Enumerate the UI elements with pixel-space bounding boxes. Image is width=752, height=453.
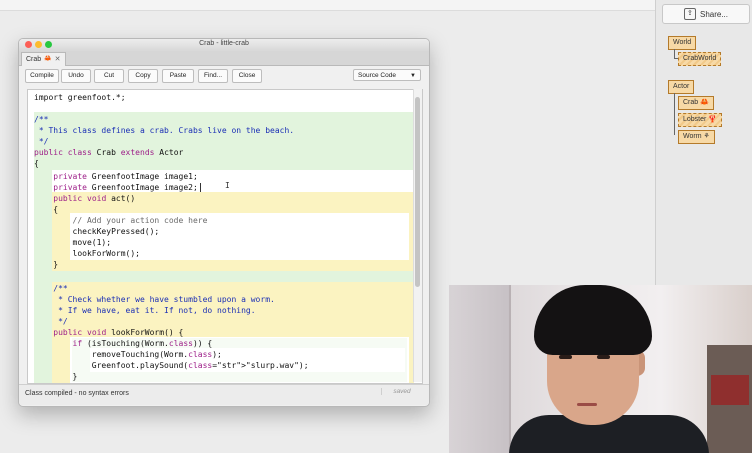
code-line: /** — [34, 284, 68, 293]
compile-status: Class compiled - no syntax errors — [25, 390, 129, 397]
class-lobster[interactable]: Lobster 🦞 — [678, 113, 723, 127]
window-title: Crab - little-crab — [199, 40, 249, 47]
chevron-down-icon: ▼ — [410, 73, 416, 79]
editor-window: Crab - little-crab Crab 🦀 ✕ Compile Undo… — [18, 38, 430, 407]
copy-button[interactable]: Copy — [128, 69, 158, 83]
crab-icon: 🦀 — [44, 56, 52, 62]
share-button[interactable]: ⇪ Share... — [662, 4, 750, 24]
cut-button[interactable]: Cut — [94, 69, 124, 83]
code-line: move(1); — [34, 238, 112, 247]
background-books — [711, 375, 749, 405]
code-line: checkKeyPressed(); — [34, 227, 160, 236]
class-crab[interactable]: Crab 🦀 — [678, 96, 714, 110]
code-line: * Check whether we have stumbled upon a … — [34, 295, 275, 304]
code-line: public class Crab extends Actor — [34, 148, 184, 157]
code-line: // Add your action code here — [34, 216, 208, 225]
code-line: } — [34, 260, 59, 269]
paste-button[interactable]: Paste — [162, 69, 194, 83]
view-select-value: Source Code — [358, 72, 396, 79]
class-crab-label: Crab — [683, 99, 699, 106]
code-line: { — [34, 159, 39, 168]
scrollbar-thumb[interactable] — [415, 97, 420, 287]
mouse-ibeam-icon: I — [225, 181, 230, 190]
person-hair — [534, 285, 652, 355]
person-mouth — [577, 403, 597, 406]
code-line: lookForWorm(); — [34, 249, 140, 258]
code-line: * This class defines a crab. Crabs live … — [34, 126, 295, 135]
code-line: removeTouching(Worm.class); — [34, 350, 222, 359]
code-line: private GreenfootImage image1; — [53, 172, 198, 181]
class-worm[interactable]: Worm ⚘ — [678, 130, 715, 144]
class-actor[interactable]: Actor — [668, 80, 695, 94]
class-crabworld[interactable]: CrabWorld — [678, 52, 722, 66]
code-line: * If we have, eat it. If not, do nothing… — [34, 306, 256, 315]
code-line: if (isTouching(Worm.class)) { — [72, 339, 213, 348]
compile-button[interactable]: Compile — [25, 69, 59, 83]
code-line: */ — [34, 137, 49, 146]
close-button[interactable]: Close — [232, 69, 262, 83]
inherit-arrow — [674, 93, 675, 135]
view-select[interactable]: Source Code ▼ — [353, 69, 421, 81]
person-eye — [597, 355, 610, 359]
class-worm-label: Worm — [683, 133, 702, 140]
greenfoot-top-bar — [0, 0, 752, 11]
class-world[interactable]: World — [668, 36, 697, 50]
class-diagram-panel: ⇪ Share... World CrabWorld Actor Crab 🦀 … — [655, 0, 752, 290]
code-line: public void act() — [53, 194, 136, 203]
toolbar: Compile Undo Cut Copy Paste Find... Clos… — [19, 66, 429, 86]
crab-icon: 🦀 — [700, 99, 709, 106]
code-line: Greenfoot.playSound(class="str">"slurp.w… — [34, 361, 309, 370]
lobster-icon: 🦞 — [708, 116, 718, 123]
code-line: { — [34, 205, 59, 214]
worm-icon: ⚘ — [703, 133, 710, 140]
share-label: Share... — [699, 9, 728, 19]
status-bar: Class compiled - no syntax errors saved — [19, 384, 429, 405]
code-line: public void lookForWorm() { — [53, 328, 184, 337]
vertical-scrollbar[interactable] — [413, 89, 422, 382]
class-lobster-label: Lobster — [683, 116, 707, 123]
code-editor[interactable]: import greenfoot.*; /** * This class def… — [27, 89, 423, 384]
code-line: private GreenfootImage image2; — [53, 183, 198, 192]
person-eye — [559, 355, 572, 359]
share-icon: ⇪ — [683, 8, 696, 20]
webcam-overlay — [449, 285, 752, 453]
tab-bar: Crab 🦀 ✕ — [19, 51, 429, 66]
code-line: import greenfoot.*; — [34, 93, 126, 102]
saved-indicator: saved — [381, 388, 422, 395]
tab-label: Crab — [26, 56, 42, 63]
undo-button[interactable]: Undo — [61, 69, 91, 83]
code-line: */ — [34, 317, 68, 326]
code-line: } — [34, 372, 78, 381]
code-line: /** — [34, 115, 49, 124]
text-cursor — [200, 183, 201, 192]
find-button[interactable]: Find... — [198, 69, 228, 83]
background-door — [449, 285, 511, 453]
title-bar: Crab - little-crab — [19, 39, 429, 51]
tab-crab[interactable]: Crab 🦀 ✕ — [21, 52, 66, 66]
close-tab-icon[interactable]: ✕ — [55, 53, 61, 66]
